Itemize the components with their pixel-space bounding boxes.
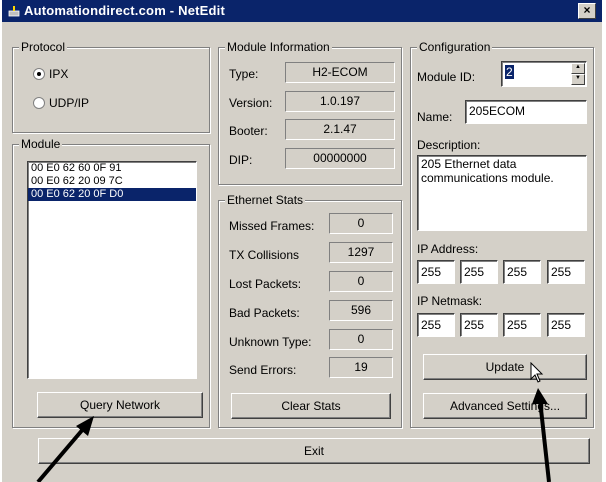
version-label: Version: xyxy=(229,96,273,110)
unknown-type-value: 0 xyxy=(329,329,393,350)
spin-down-icon[interactable]: ▼ xyxy=(571,74,585,85)
lost-packets-value: 0 xyxy=(329,271,393,292)
booter-label: Booter: xyxy=(229,124,268,138)
update-button[interactable]: Update xyxy=(423,354,587,380)
name-label: Name: xyxy=(417,110,453,124)
ip-address-octet-2[interactable]: 255 xyxy=(460,260,498,284)
radio-ipx-label[interactable]: IPX xyxy=(49,67,68,81)
window-title: Automationdirect.com - NetEdit xyxy=(24,3,226,18)
lost-packets-label: Lost Packets: xyxy=(229,277,302,291)
mouse-cursor-icon xyxy=(530,362,544,383)
unknown-type-label: Unknown Type: xyxy=(229,335,312,349)
close-button[interactable]: × xyxy=(578,3,596,19)
module-id-field[interactable]: 2 ▲ ▼ xyxy=(501,61,587,87)
title-bar[interactable]: Automationdirect.com - NetEdit × xyxy=(2,0,602,22)
booter-value: 2.1.47 xyxy=(285,119,395,140)
tx-collisions-value: 1297 xyxy=(329,242,393,263)
module-id-value: 2 xyxy=(505,65,514,79)
exit-button[interactable]: Exit xyxy=(38,438,590,464)
query-network-button[interactable]: Query Network xyxy=(37,392,203,418)
spin-up-icon[interactable]: ▲ xyxy=(571,63,585,74)
list-item[interactable]: 00 E0 62 60 0F 91 xyxy=(28,162,196,175)
configuration-legend: Configuration xyxy=(417,40,493,54)
radio-udpip-label[interactable]: UDP/IP xyxy=(49,96,89,110)
app-icon xyxy=(8,6,20,17)
description-label: Description: xyxy=(417,138,481,152)
ip-netmask-octet-4[interactable]: 255 xyxy=(547,313,585,337)
ip-netmask-octet-2[interactable]: 255 xyxy=(460,313,498,337)
advanced-settings-button[interactable]: Advanced Settings... xyxy=(423,393,587,419)
type-value: H2-ECOM xyxy=(285,62,395,83)
module-info-legend: Module Information xyxy=(225,40,332,54)
protocol-group: Protocol IPX UDP/IP xyxy=(12,40,210,133)
list-item[interactable]: 00 E0 62 20 09 7C xyxy=(28,175,196,188)
dip-label: DIP: xyxy=(229,153,253,167)
list-item-selected[interactable]: 00 E0 62 20 0F D0 xyxy=(28,188,196,201)
protocol-legend: Protocol xyxy=(19,40,68,54)
description-field[interactable]: 205 Ethernet data communications module. xyxy=(417,155,587,231)
module-id-spinner[interactable]: ▲ ▼ xyxy=(571,63,585,85)
bad-packets-label: Bad Packets: xyxy=(229,306,300,320)
type-label: Type: xyxy=(229,67,259,81)
ip-address-octet-3[interactable]: 255 xyxy=(503,260,541,284)
ip-address-label: IP Address: xyxy=(417,242,479,256)
missed-frames-label: Missed Frames: xyxy=(229,219,315,233)
module-info-group: Module Information Type: H2-ECOM Version… xyxy=(218,40,402,185)
missed-frames-value: 0 xyxy=(329,213,393,234)
radio-ipx[interactable] xyxy=(33,68,45,80)
netedit-window: Automationdirect.com - NetEdit × Protoco… xyxy=(2,0,602,482)
ip-netmask-label: IP Netmask: xyxy=(417,294,483,308)
ip-address-octet-4[interactable]: 255 xyxy=(547,260,585,284)
bad-packets-value: 596 xyxy=(329,300,393,321)
module-group: Module 00 E0 62 60 0F 91 00 E0 62 20 09 … xyxy=(12,137,210,428)
name-field[interactable]: 205ECOM xyxy=(465,100,587,124)
dip-value: 00000000 xyxy=(285,148,395,169)
radio-udpip[interactable] xyxy=(33,97,45,109)
module-listbox[interactable]: 00 E0 62 60 0F 91 00 E0 62 20 09 7C 00 E… xyxy=(27,161,197,379)
version-value: 1.0.197 xyxy=(285,91,395,112)
ip-netmask-octet-1[interactable]: 255 xyxy=(417,313,455,337)
tx-collisions-label: TX Collisions xyxy=(229,248,300,262)
send-errors-value: 19 xyxy=(329,357,393,378)
send-errors-label: Send Errors: xyxy=(229,363,297,377)
ethernet-stats-legend: Ethernet Stats xyxy=(225,193,306,207)
ip-netmask-octet-3[interactable]: 255 xyxy=(503,313,541,337)
ethernet-stats-group: Ethernet Stats Missed Frames: 0 TX Colli… xyxy=(218,193,402,428)
module-legend: Module xyxy=(19,137,63,151)
module-id-label: Module ID: xyxy=(417,70,476,84)
clear-stats-button[interactable]: Clear Stats xyxy=(231,393,391,419)
ip-address-octet-1[interactable]: 255 xyxy=(417,260,455,284)
configuration-group: Configuration Module ID: 2 ▲ ▼ Name: 205… xyxy=(410,40,594,428)
